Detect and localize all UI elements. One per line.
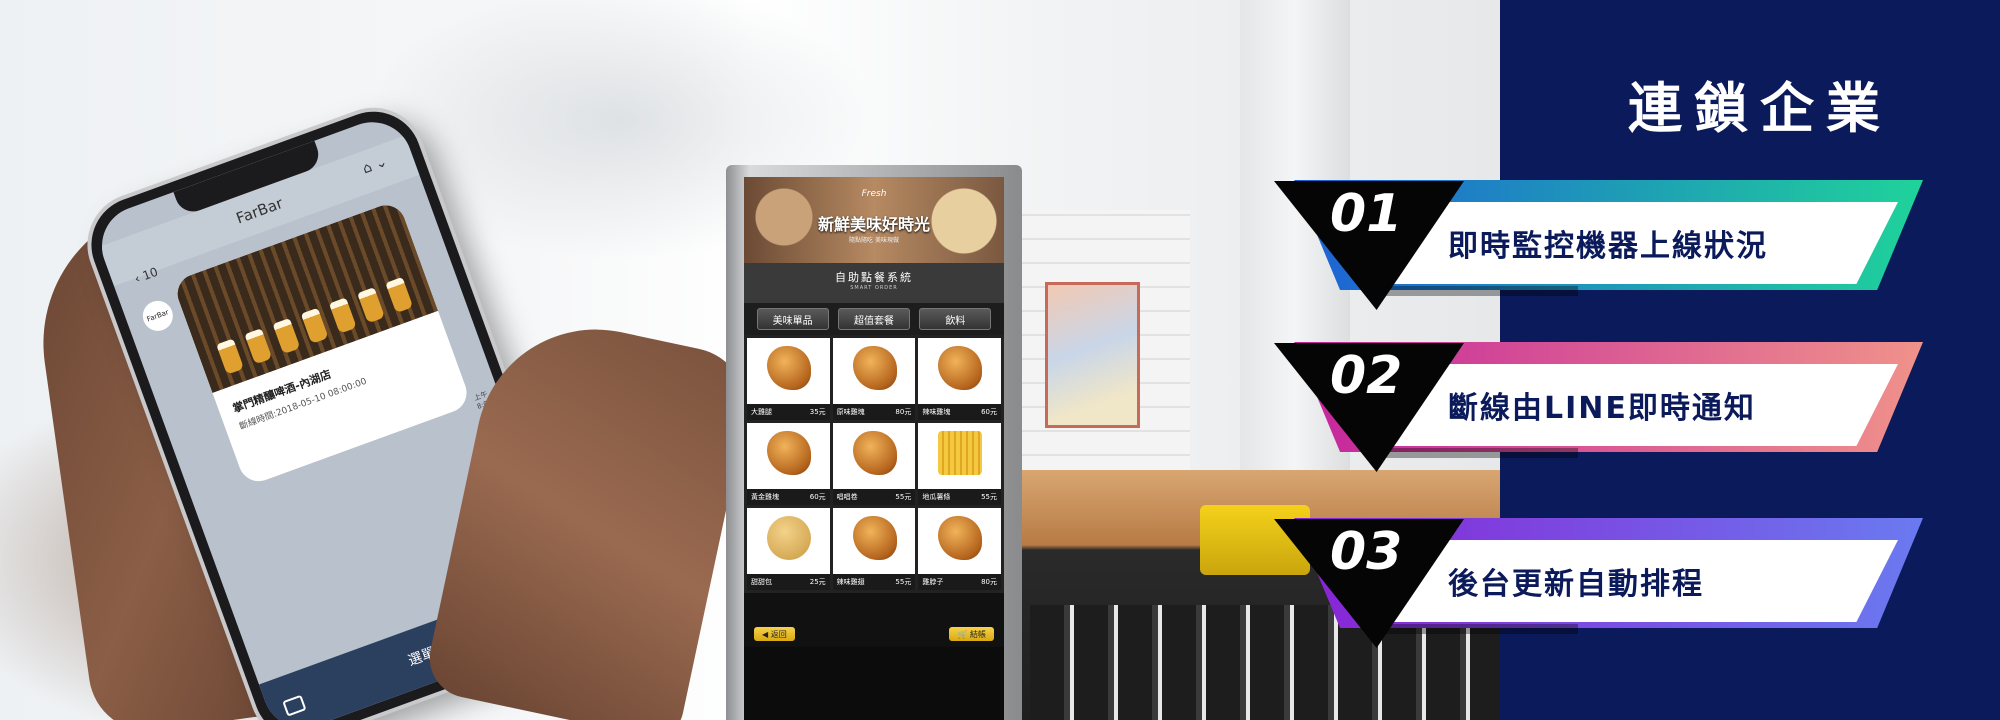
item-name: 原味雞塊 (836, 408, 865, 416)
checkout-button[interactable]: 🛒 結帳 (949, 627, 994, 641)
system-header: 自助點餐系統 SMART ORDER (744, 263, 1004, 303)
food-image (852, 346, 897, 390)
food-image (938, 516, 983, 560)
banner-subtitle: 隨點隨吃 美味現做 (849, 237, 899, 244)
kiosk-base (744, 647, 1004, 720)
feature-number: 03 (1330, 522, 1403, 582)
item-label: 大雞腿 35元 (747, 404, 830, 420)
feature-text: 斷線由LINE即時通知 (1448, 391, 1756, 426)
item-price: 60元 (809, 493, 826, 501)
item-price: 35元 (809, 408, 826, 416)
tab-single-items[interactable]: 美味單品 (756, 308, 829, 330)
feature-box: 即時監控機器上線狀況 (1378, 202, 1898, 284)
item-name: 雞脖子 (922, 578, 944, 586)
tab-combo-meals[interactable]: 超值套餐 (837, 308, 910, 330)
wall-painting (1045, 282, 1140, 428)
feature-number: 02 (1330, 346, 1403, 406)
feature-box: 後台更新自動排程 (1378, 540, 1898, 622)
item-price: 80元 (895, 408, 912, 416)
item-price: 80元 (981, 578, 997, 586)
ribbon-shadow (1378, 448, 1578, 458)
item-label: 甜甜包 25元 (747, 574, 830, 590)
item-label: 辣味雞翅 55元 (832, 574, 916, 590)
menu-item[interactable]: 原味雞塊 80元 (832, 338, 916, 420)
back-label: 返回 (770, 629, 787, 639)
feature-text: 即時監控機器上線狀況 (1448, 229, 1768, 264)
bun-image (767, 516, 811, 560)
kiosk-footer: ◀ 返回 🛒 結帳 (744, 621, 1004, 647)
item-price: 60元 (981, 408, 997, 416)
item-label: 黃金雞塊 60元 (747, 489, 830, 505)
fries-image (938, 431, 983, 475)
menu-item[interactable]: 辣味雞翅 55元 (832, 508, 916, 590)
item-name: 唱唱卷 (836, 493, 858, 501)
ribbon-shadow (1378, 624, 1578, 634)
feature-text: 後台更新自動排程 (1448, 567, 1704, 602)
feature-box: 斷線由LINE即時通知 (1378, 364, 1898, 446)
menu-item[interactable]: 雞脖子 80元 (918, 508, 1001, 590)
food-image (767, 346, 811, 390)
kiosk-logo: Fresh (861, 189, 887, 199)
feature-number: 01 (1330, 184, 1403, 244)
food-image (938, 346, 983, 390)
avatar: FarBar (138, 296, 178, 336)
feature-ribbon-02: 斷線由LINE即時通知 02 (1268, 322, 1928, 472)
ribbon-shadow (1378, 286, 1578, 296)
chat-title: FarBar (233, 194, 286, 228)
item-name: 地瓜薯條 (922, 493, 951, 501)
item-label: 地瓜薯條 55元 (918, 489, 1001, 505)
item-name: 黃金雞塊 (751, 493, 779, 501)
menu-grid: 大雞腿 35元 原味雞塊 80元 辣味雞塊 60元 黃金雞塊 60元 唱唱卷 55元 地瓜… (744, 335, 1004, 593)
item-name: 辣味雞翅 (836, 578, 865, 586)
item-price: 55元 (981, 493, 997, 501)
item-label: 唱唱卷 55元 (832, 489, 916, 505)
ordering-kiosk: Fresh 新鮮美味好時光 隨點隨吃 美味現做 自助點餐系統 SMART ORD… (726, 165, 1022, 720)
item-price: 25元 (809, 578, 826, 586)
item-name: 大雞腿 (751, 408, 772, 416)
panel-title: 連鎖企業 (1628, 77, 1892, 140)
item-name: 甜甜包 (751, 578, 772, 586)
kiosk-screen: Fresh 新鮮美味好時光 隨點隨吃 美味現做 自助點餐系統 SMART ORD… (744, 177, 1004, 647)
menu-item[interactable]: 辣味雞塊 60元 (918, 338, 1001, 420)
menu-item[interactable]: 甜甜包 25元 (747, 508, 830, 590)
food-image (852, 431, 897, 475)
item-label: 原味雞塊 80元 (832, 404, 916, 420)
menu-item[interactable]: 大雞腿 35元 (747, 338, 830, 420)
item-name: 辣味雞塊 (922, 408, 951, 416)
back-button[interactable]: ◀ 返回 (754, 627, 795, 641)
category-tabs: 美味單品 超值套餐 飲料 (744, 303, 1004, 335)
keyboard-icon[interactable] (282, 694, 307, 717)
menu-item[interactable]: 黃金雞塊 60元 (747, 423, 830, 505)
kiosk-banner: Fresh 新鮮美味好時光 隨點隨吃 美味現做 (744, 177, 1004, 263)
cart-icon: 🛒 (957, 629, 968, 639)
food-image (852, 516, 897, 560)
item-label: 雞脖子 80元 (918, 574, 1001, 590)
system-subtitle: SMART ORDER (850, 285, 898, 291)
system-title: 自助點餐系統 (835, 271, 913, 284)
item-label: 辣味雞塊 60元 (918, 404, 1001, 420)
checkout-label: 結帳 (970, 629, 986, 639)
tab-drinks[interactable]: 飲料 (919, 308, 992, 330)
banner-title: 新鮮美味好時光 (817, 215, 930, 234)
menu-item[interactable]: 地瓜薯條 55元 (918, 423, 1001, 505)
item-price: 55元 (895, 578, 912, 586)
feature-ribbon-03: 後台更新自動排程 03 (1268, 498, 1928, 648)
menu-item[interactable]: 唱唱卷 55元 (832, 423, 916, 505)
feature-ribbon-01: 即時監控機器上線狀況 01 (1268, 160, 1928, 310)
item-price: 55元 (895, 493, 912, 501)
food-image (767, 431, 811, 475)
